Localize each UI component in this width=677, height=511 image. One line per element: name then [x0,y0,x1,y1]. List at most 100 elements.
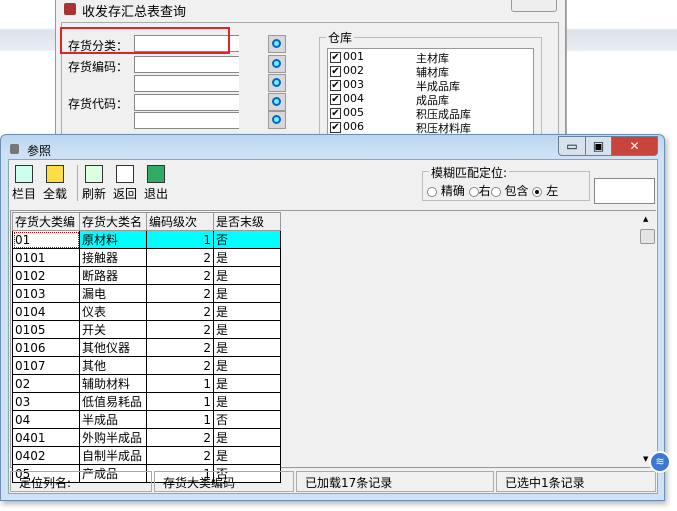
table-cell[interactable]: 0101 [12,248,80,267]
table-row[interactable]: 0101 接触器 2 是 [12,248,281,267]
table-cell[interactable]: 仪表 [79,302,147,321]
checkbox-icon[interactable]: ✔ [330,51,341,63]
table-cell[interactable]: 接触器 [79,248,147,267]
assistant-icon[interactable]: ≋ [649,451,671,473]
table-row[interactable]: 0104 仪表 2 是 [12,302,281,321]
scroll-down-icon[interactable]: ▼ [643,455,648,463]
table-cell[interactable]: 2 [146,320,214,339]
table-cell[interactable]: 是 [213,374,281,393]
table-cell[interactable]: 漏电 [79,284,147,303]
table-cell[interactable]: 2 [146,338,214,357]
table-cell[interactable]: 是 [213,338,281,357]
table-cell[interactable]: 其他仪器 [79,338,147,357]
table-cell[interactable]: 否 [213,230,281,249]
scroll-thumb[interactable] [640,229,655,244]
table-cell[interactable]: 辅助材料 [79,374,147,393]
table-row[interactable]: 02 辅助材料 1 是 [12,374,281,393]
alias-to-input[interactable] [134,112,239,129]
table-cell[interactable]: 2 [146,356,214,375]
table-cell[interactable]: 0107 [12,356,80,375]
code-to-input[interactable] [134,75,239,92]
table-cell[interactable]: 是 [213,428,281,447]
warehouse-item[interactable]: ✔ 005 积压成品库 [330,106,471,121]
search-icon[interactable] [268,55,286,73]
table-cell[interactable]: 开关 [79,320,147,339]
table-cell[interactable]: 是 [213,446,281,465]
table-row[interactable]: 04 半成品 1 否 [12,410,281,429]
table-row[interactable]: 0401 外购半成品 2 是 [12,428,281,447]
checkbox-icon[interactable]: ✔ [330,93,341,105]
table-cell[interactable]: 0401 [12,428,80,447]
table-cell[interactable]: 2 [146,446,214,465]
table-cell[interactable]: 是 [213,248,281,267]
table-cell[interactable]: 外购半成品 [79,428,147,447]
checkbox-icon[interactable]: ✔ [330,107,341,119]
column-header[interactable]: 编码级次 [146,212,214,231]
table-cell[interactable]: 2 [146,428,214,447]
warehouse-item[interactable]: ✔ 003 半成品库 [330,78,460,93]
table-cell[interactable]: 0102 [12,266,80,285]
close-button[interactable]: ✕ [611,136,658,156]
table-row[interactable]: 0106 其他仪器 2 是 [12,338,281,357]
checkbox-icon[interactable]: ✔ [330,79,341,91]
column-header[interactable]: 是否末级 [213,212,281,231]
scroll-up-icon[interactable]: ▲ [643,215,648,223]
table-cell[interactable]: 04 [12,410,80,429]
checkbox-icon[interactable]: ✔ [330,121,341,133]
close-button[interactable] [511,0,557,12]
table-cell[interactable]: 是 [213,356,281,375]
maximize-button[interactable]: ▣ [585,136,612,156]
warehouse-list[interactable]: ✔ 001 主材库 ✔ 002 辅材库 ✔ 003 半成品库 ✔ 004 成品库 ✔ 005 积压成… [327,48,534,136]
table-cell[interactable]: 是 [213,302,281,321]
table-cell[interactable]: 是 [213,392,281,411]
table-cell[interactable]: 断路器 [79,266,147,285]
table-cell[interactable]: 01 [12,230,80,249]
search-icon[interactable] [268,74,286,92]
search-icon[interactable] [268,93,286,111]
warehouse-item[interactable]: ✔ 004 成品库 [330,92,449,107]
table-row[interactable]: 03 低值易耗品 1 是 [12,392,281,411]
warehouse-item[interactable]: ✔ 002 辅材库 [330,64,449,79]
table-row[interactable]: 0402 自制半成品 2 是 [12,446,281,465]
warehouse-item[interactable]: ✔ 006 积压材料库 [330,120,471,135]
table-cell[interactable]: 03 [12,392,80,411]
table-cell[interactable]: 1 [146,410,214,429]
table-cell[interactable]: 是 [213,320,281,339]
return-button[interactable]: 返回 [110,165,140,202]
column-header[interactable]: 存货大类名 [79,212,147,231]
table-cell[interactable]: 是 [213,266,281,285]
minimize-button[interactable]: ▭ [558,136,586,156]
table-cell[interactable]: 1 [146,392,214,411]
table-row[interactable]: 01 原材料 1 否 [12,230,281,249]
table-cell[interactable]: 是 [213,284,281,303]
checkbox-icon[interactable]: ✔ [330,65,341,77]
table-cell[interactable]: 2 [146,302,214,321]
radio-left[interactable] [532,186,543,197]
table-cell[interactable]: 0106 [12,338,80,357]
warehouse-item[interactable]: ✔ 001 主材库 [330,50,449,65]
radio-exact[interactable] [427,186,437,197]
radio-right[interactable] [468,186,479,197]
table-cell[interactable]: 0103 [12,284,80,303]
search-icon[interactable] [268,35,286,53]
table-cell[interactable]: 2 [146,266,214,285]
table-cell[interactable]: 1 [146,374,214,393]
table-cell[interactable]: 1 [146,230,214,249]
fuzzy-search-input[interactable] [594,178,655,204]
table-cell[interactable]: 2 [146,284,214,303]
table-row[interactable]: 0103 漏电 2 是 [12,284,281,303]
alias-from-input[interactable] [134,94,239,111]
code-from-input[interactable] [134,56,239,73]
radio-contains[interactable] [490,186,501,197]
table-cell[interactable]: 2 [146,248,214,267]
table-cell[interactable]: 低值易耗品 [79,392,147,411]
table-cell[interactable]: 原材料 [79,230,147,249]
columns-button[interactable]: 栏目 [9,165,39,202]
table-cell[interactable]: 02 [12,374,80,393]
table-row[interactable]: 0102 断路器 2 是 [12,266,281,285]
table-cell[interactable]: 自制半成品 [79,446,147,465]
table-cell[interactable]: 半成品 [79,410,147,429]
exit-button[interactable]: 退出 [141,165,171,202]
search-icon[interactable] [268,111,286,129]
column-header[interactable]: 存货大类编 [12,212,80,231]
